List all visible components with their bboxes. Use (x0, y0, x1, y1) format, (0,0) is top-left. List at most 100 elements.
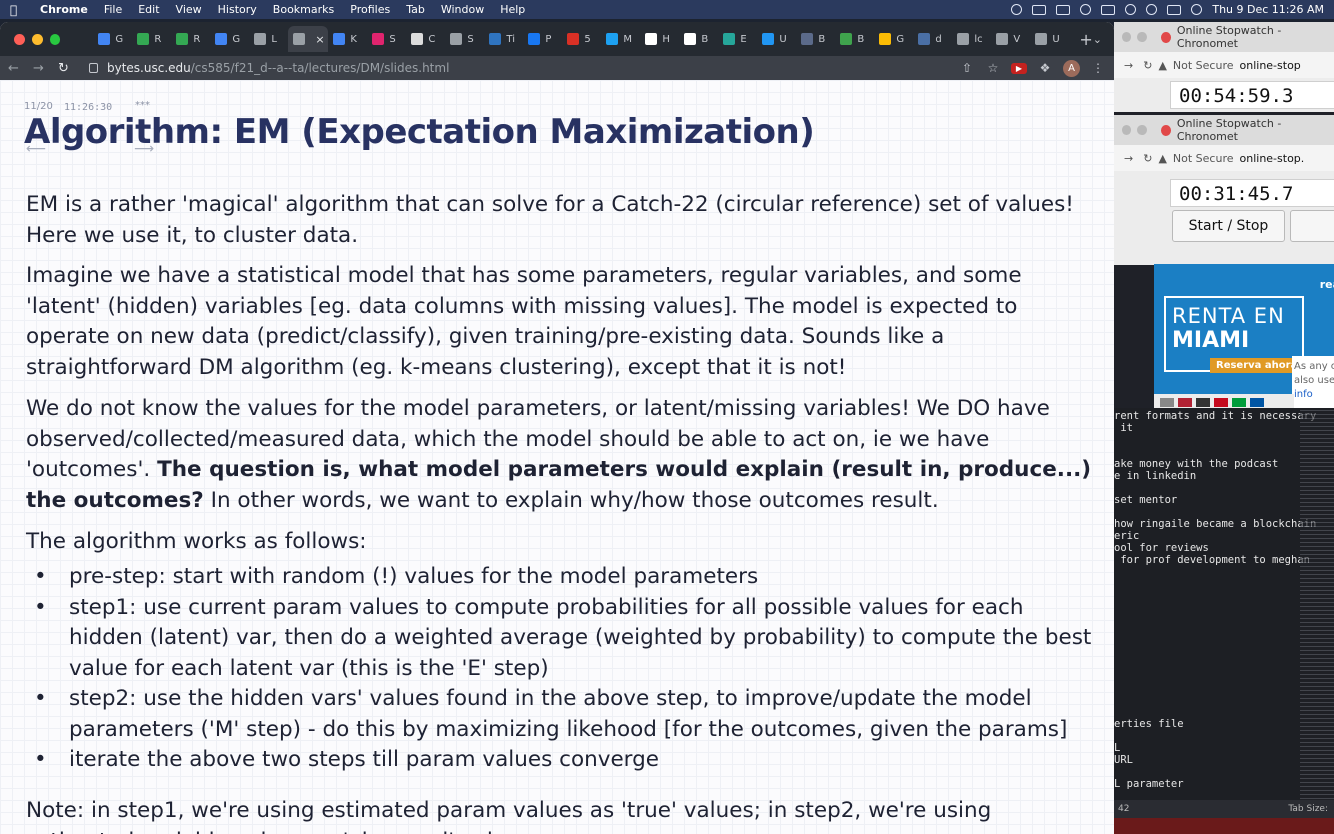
kebab-menu-icon[interactable]: ⋮ (1090, 61, 1106, 75)
start-stop-button[interactable]: Start / Stop (1172, 210, 1285, 242)
profile-avatar[interactable]: A (1063, 59, 1080, 77)
us-flag-icon[interactable] (1178, 397, 1192, 407)
fr-flag-icon[interactable] (1250, 397, 1264, 407)
control-center-icon[interactable] (1167, 4, 1182, 15)
browser-tab[interactable]: M (601, 26, 640, 52)
tab-label: E (740, 33, 747, 45)
new-tab-button[interactable]: + (1079, 30, 1092, 49)
menu-file[interactable]: File (104, 3, 122, 16)
vpn-icon[interactable] (1011, 4, 1023, 15)
forward-icon[interactable]: → (1124, 152, 1133, 165)
reload-icon[interactable]: ↻ (58, 61, 83, 76)
browser-tab[interactable]: S (445, 26, 484, 52)
bookmark-star-icon[interactable]: ☆ (985, 61, 1001, 75)
browser-tab[interactable]: Ti (484, 26, 523, 52)
browser-tab[interactable]: K (328, 26, 367, 52)
fullscreen-window-button[interactable] (49, 33, 61, 45)
menu-window[interactable]: Window (441, 3, 484, 16)
tab-favicon-icon (645, 33, 658, 45)
browser-tab[interactable]: S (367, 26, 406, 52)
tab-label: lc (974, 33, 983, 45)
stopwatch-window-2[interactable]: Online Stopwatch - Chronomet → ↻ ▲ Not S… (1114, 115, 1334, 265)
stopwatch-window-1[interactable]: Online Stopwatch - Chronomet → ↻ ▲ Not S… (1114, 22, 1334, 112)
siri-icon[interactable] (1191, 4, 1203, 15)
stopwatch-2-urlbar[interactable]: → ↻ ▲ Not Secure online-stop. (1114, 145, 1334, 171)
tab-search-icon[interactable]: ⌄ (1093, 33, 1102, 46)
menu-app-name[interactable]: Chrome (40, 3, 88, 16)
traffic-light[interactable] (1137, 125, 1147, 135)
apple-icon[interactable]:  (10, 3, 24, 17)
browser-tab[interactable]: P (523, 26, 562, 52)
browser-tab[interactable]: H (640, 26, 679, 52)
menu-bookmarks[interactable]: Bookmarks (273, 3, 334, 16)
share-icon[interactable]: ⇧ (959, 61, 975, 75)
traffic-light[interactable] (1122, 125, 1132, 135)
slide-stars[interactable]: *** (135, 100, 150, 111)
tab-favicon-icon (723, 33, 736, 45)
traffic-light[interactable] (1122, 32, 1132, 42)
lock-icon[interactable] (89, 63, 98, 73)
browser-tab[interactable]: lc (952, 26, 991, 52)
es-flag-icon[interactable] (1214, 397, 1228, 407)
browser-tab[interactable]: R (171, 26, 210, 52)
menu-edit[interactable]: Edit (138, 3, 159, 16)
tab-label: S (389, 33, 396, 45)
ad-cta[interactable]: Reserva ahora (1210, 358, 1304, 373)
browser-tab[interactable]: C (406, 26, 445, 52)
close-tab-icon[interactable]: × (315, 33, 324, 46)
browser-tab[interactable]: B (679, 26, 718, 52)
reload-icon[interactable]: ↻ (1143, 152, 1152, 165)
up-arrow-icon[interactable] (1160, 397, 1174, 407)
browser-tab[interactable]: V (991, 26, 1030, 52)
browser-tab[interactable]: G (93, 26, 132, 52)
browser-tab[interactable]: U (1030, 26, 1069, 52)
tab-favicon-icon (176, 33, 189, 45)
browser-tab[interactable]: B (835, 26, 874, 52)
editor-minimap[interactable] (1300, 410, 1334, 803)
browser-tab[interactable]: 5 (562, 26, 601, 52)
menu-profiles[interactable]: Profiles (350, 3, 390, 16)
browser-tab[interactable]: d (913, 26, 952, 52)
browser-tab[interactable]: G (874, 26, 913, 52)
prev-slide-arrow-icon[interactable]: ⟵ (26, 141, 46, 157)
browser-tab[interactable]: G (210, 26, 249, 52)
browser-tab[interactable]: U (757, 26, 796, 52)
tab-favicon-icon (684, 33, 697, 45)
de-flag-icon[interactable] (1196, 397, 1210, 407)
forward-icon[interactable]: → (33, 61, 58, 76)
extension-icon[interactable]: ▶ (1011, 62, 1027, 74)
ad-info-link[interactable]: info (1294, 388, 1334, 402)
stopwatch-1-urlbar[interactable]: → ↻ ▲ Not Secure online-stop (1114, 52, 1334, 78)
input-source-icon[interactable] (1056, 4, 1071, 15)
battery-icon[interactable] (1101, 4, 1116, 15)
menu-view[interactable]: View (176, 3, 202, 16)
br-flag-icon[interactable] (1232, 397, 1246, 407)
back-icon[interactable]: ← (8, 61, 33, 76)
forward-icon[interactable]: → (1124, 59, 1133, 72)
browser-tab[interactable]: × (288, 26, 329, 52)
bluetooth-icon[interactable] (1080, 4, 1092, 15)
browser-tab[interactable]: L (249, 26, 288, 52)
weather-icon[interactable] (1032, 4, 1047, 15)
browser-tab[interactable]: B (796, 26, 835, 52)
wifi-icon[interactable] (1125, 4, 1137, 15)
extensions-puzzle-icon[interactable]: ❖ (1037, 61, 1053, 75)
address-bar[interactable]: bytes.usc.edu/cs585/f21_d--a--ta/lecture… (89, 58, 949, 78)
stopwatch-1-tab-title[interactable]: Online Stopwatch - Chronomet (1177, 24, 1334, 50)
reload-icon[interactable]: ↻ (1143, 59, 1152, 72)
next-slide-arrow-icon[interactable]: ⟶ (134, 141, 154, 157)
reset-button[interactable] (1290, 210, 1334, 242)
menu-tab[interactable]: Tab (406, 3, 425, 16)
traffic-light[interactable] (1137, 32, 1147, 42)
browser-tab[interactable]: E (718, 26, 757, 52)
problem-paragraph: We do not know the values for the model … (26, 394, 1101, 516)
tab-size-label[interactable]: Tab Size: (1288, 804, 1328, 814)
close-window-button[interactable] (14, 33, 25, 45)
browser-tab[interactable]: R (132, 26, 171, 52)
search-icon[interactable] (1146, 4, 1158, 15)
menubar-clock[interactable]: Thu 9 Dec 11:26 AM (1212, 3, 1324, 16)
stopwatch-2-tab-title[interactable]: Online Stopwatch - Chronomet (1177, 117, 1334, 143)
menu-history[interactable]: History (218, 3, 257, 16)
minimize-window-button[interactable] (31, 33, 43, 45)
menu-help[interactable]: Help (500, 3, 525, 16)
